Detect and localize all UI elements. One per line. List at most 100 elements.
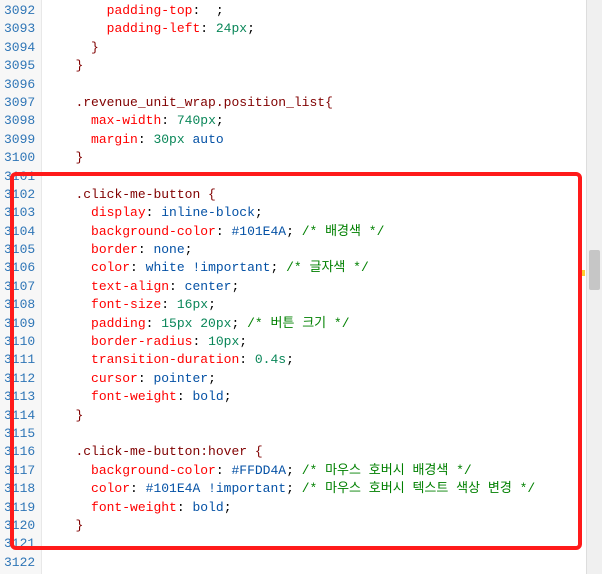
- line-number: 3122: [4, 554, 35, 572]
- token-punct: ;: [270, 260, 286, 275]
- token-ws: [44, 149, 75, 167]
- line-number: 3096: [4, 76, 35, 94]
- line-number: 3097: [4, 94, 35, 112]
- code-line[interactable]: }: [44, 57, 601, 75]
- line-number-gutter: 3092309330943095309630973098309931003101…: [0, 0, 42, 574]
- token-punct: :: [216, 224, 232, 239]
- code-line[interactable]: }: [44, 149, 601, 167]
- token-punct: ;: [255, 205, 263, 220]
- code-line[interactable]: [44, 554, 601, 572]
- code-line[interactable]: [44, 535, 601, 553]
- token-prop: font-weight: [91, 389, 177, 404]
- code-line[interactable]: border: none;: [44, 241, 601, 259]
- line-number: 3092: [4, 2, 35, 20]
- code-editor[interactable]: 3092309330943095309630973098309931003101…: [0, 0, 602, 574]
- token-sel: .click-me-button {: [75, 187, 215, 202]
- code-line[interactable]: background-color: #FFDD4A; /* 마우스 호버시 배경…: [44, 462, 601, 480]
- code-line[interactable]: font-weight: bold;: [44, 388, 601, 406]
- token-cmt: /* 배경색 */: [302, 224, 385, 239]
- line-number: 3113: [4, 388, 35, 406]
- token-val: [208, 3, 216, 18]
- code-line[interactable]: [44, 76, 601, 94]
- token-punct: :: [161, 297, 177, 312]
- token-val: bold: [192, 389, 223, 404]
- token-prop: font-weight: [91, 500, 177, 515]
- code-line[interactable]: .click-me-button:hover {: [44, 443, 601, 461]
- token-ws: [44, 259, 91, 277]
- code-line[interactable]: padding-top: ;: [44, 2, 601, 20]
- code-line[interactable]: }: [44, 517, 601, 535]
- token-ws: [44, 131, 91, 149]
- token-punct: ;: [224, 389, 232, 404]
- line-number: 3100: [4, 149, 35, 167]
- token-val: white: [146, 260, 193, 275]
- code-line[interactable]: transition-duration: 0.4s;: [44, 351, 601, 369]
- token-punct: ;: [185, 242, 193, 257]
- token-prop: color: [91, 481, 130, 496]
- token-ws: [44, 351, 91, 369]
- code-line[interactable]: display: inline-block;: [44, 204, 601, 222]
- code-line[interactable]: [44, 168, 601, 186]
- token-val: none: [153, 242, 184, 257]
- token-val: #FFDD4A: [231, 463, 286, 478]
- line-number: 3114: [4, 407, 35, 425]
- token-prop: background-color: [91, 224, 216, 239]
- code-line[interactable]: .revenue_unit_wrap.position_list{: [44, 94, 601, 112]
- code-line[interactable]: max-width: 740px;: [44, 112, 601, 130]
- token-num: 15px 20px: [161, 316, 231, 331]
- code-line[interactable]: border-radius: 10px;: [44, 333, 601, 351]
- vertical-scrollbar[interactable]: [586, 0, 602, 574]
- line-number: 3105: [4, 241, 35, 259]
- code-line[interactable]: padding-left: 24px;: [44, 20, 601, 38]
- line-number: 3119: [4, 499, 35, 517]
- code-line[interactable]: background-color: #101E4A; /* 배경색 */: [44, 223, 601, 241]
- token-sel: }: [75, 58, 83, 73]
- token-ws: [44, 407, 75, 425]
- code-line[interactable]: cursor: pointer;: [44, 370, 601, 388]
- token-punct: ;: [286, 224, 302, 239]
- token-prop: cursor: [91, 371, 138, 386]
- token-val: auto: [185, 132, 224, 147]
- scrollbar-thumb[interactable]: [589, 250, 600, 290]
- line-number: 3108: [4, 296, 35, 314]
- line-number: 3103: [4, 204, 35, 222]
- code-line[interactable]: }: [44, 39, 601, 57]
- code-line[interactable]: font-size: 16px;: [44, 296, 601, 314]
- change-marker: [579, 270, 585, 276]
- code-line[interactable]: color: #101E4A !important; /* 마우스 호버시 텍스…: [44, 480, 601, 498]
- token-punct: :: [169, 279, 185, 294]
- token-num: 740px: [177, 113, 216, 128]
- code-line[interactable]: text-align: center;: [44, 278, 601, 296]
- code-content-area[interactable]: padding-top: ; padding-left: 24px; } } .…: [42, 0, 601, 574]
- token-prop: text-align: [91, 279, 169, 294]
- token-prop: max-width: [91, 113, 161, 128]
- line-number: 3102: [4, 186, 35, 204]
- code-line[interactable]: .click-me-button {: [44, 186, 601, 204]
- token-punct: :: [192, 334, 208, 349]
- token-punct: ;: [208, 297, 216, 312]
- code-line[interactable]: }: [44, 407, 601, 425]
- code-line[interactable]: padding: 15px 20px; /* 버튼 크기 */: [44, 315, 601, 333]
- line-number: 3095: [4, 57, 35, 75]
- token-ws: [44, 462, 91, 480]
- token-ws: [44, 480, 91, 498]
- code-line[interactable]: [44, 425, 601, 443]
- token-imp: !important: [208, 481, 286, 496]
- token-cmt: /* 버튼 크기 */: [247, 316, 349, 331]
- token-punct: :: [177, 500, 193, 515]
- line-number: 3111: [4, 351, 35, 369]
- token-ws: [44, 204, 91, 222]
- token-prop: padding-top: [107, 3, 193, 18]
- code-line[interactable]: color: white !important; /* 글자색 */: [44, 259, 601, 277]
- token-punct: :: [216, 463, 232, 478]
- token-ws: [44, 296, 91, 314]
- code-line[interactable]: margin: 30px auto: [44, 131, 601, 149]
- token-prop: padding-left: [107, 21, 201, 36]
- token-punct: :: [138, 132, 154, 147]
- token-punct: :: [146, 205, 162, 220]
- token-sel: }: [91, 40, 99, 55]
- token-ws: [44, 241, 91, 259]
- token-cmt: /* 마우스 호버시 배경색 */: [302, 463, 472, 478]
- code-line[interactable]: font-weight: bold;: [44, 499, 601, 517]
- token-val: center: [185, 279, 232, 294]
